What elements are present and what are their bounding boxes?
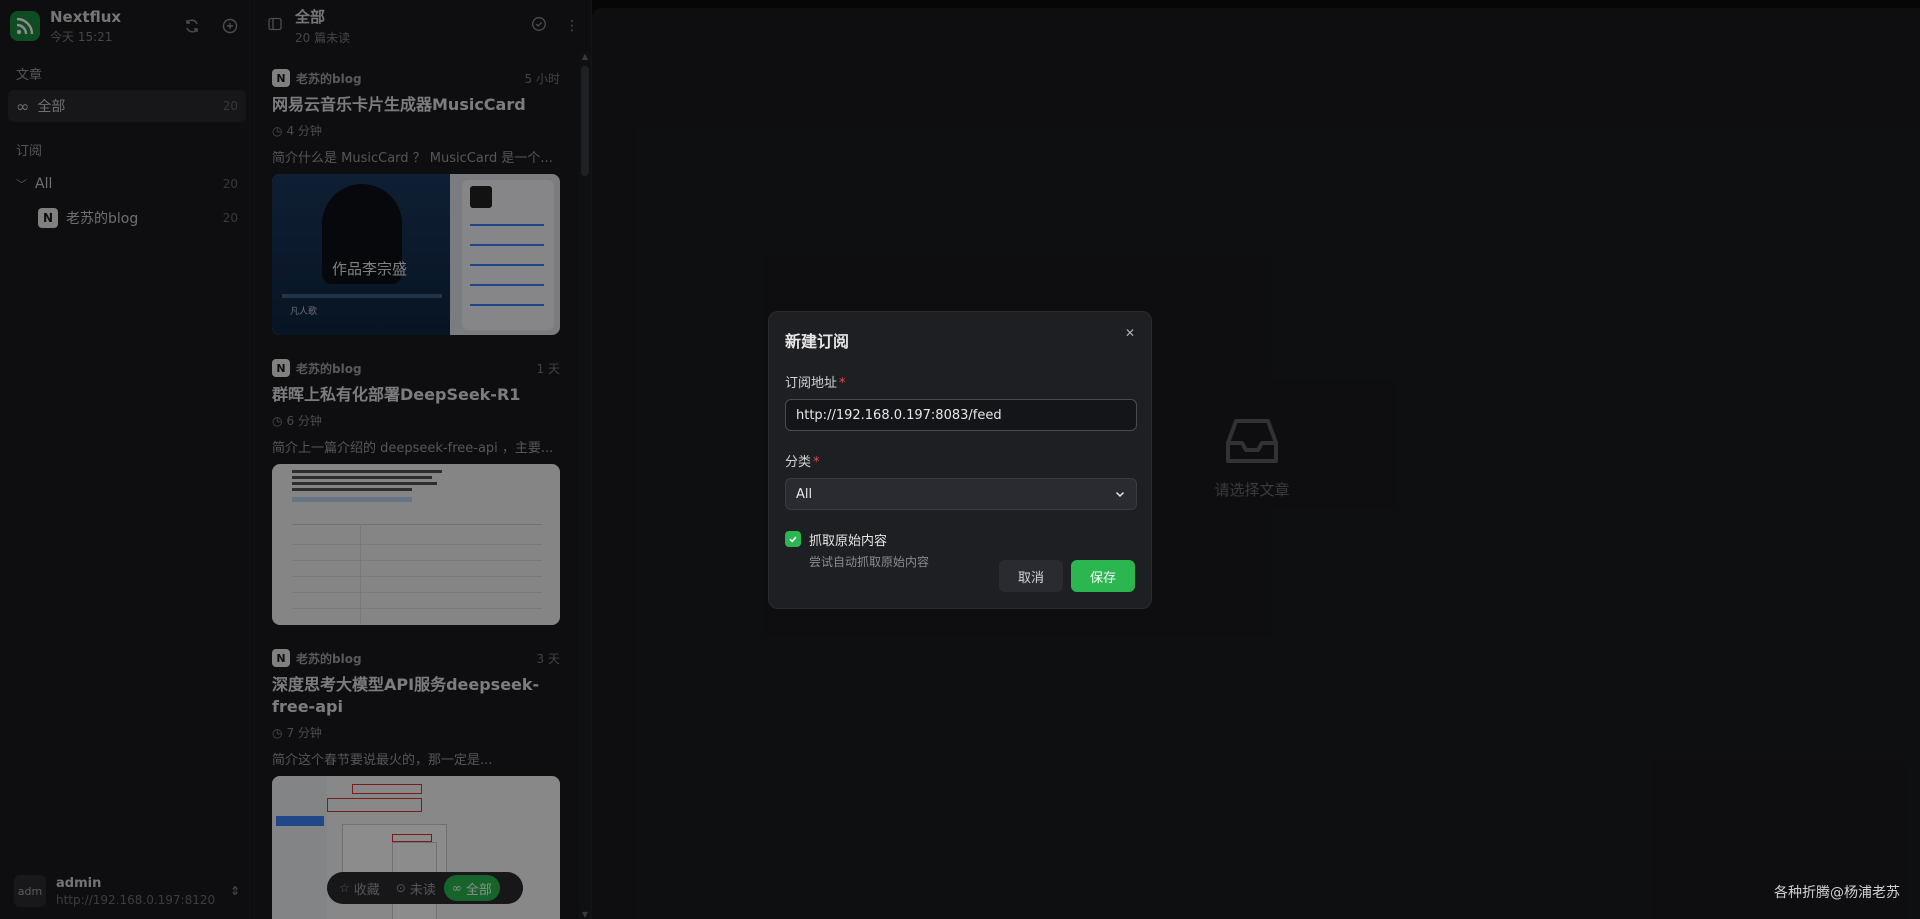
save-button[interactable]: 保存 bbox=[1071, 560, 1135, 592]
feed-url-input[interactable] bbox=[785, 399, 1137, 431]
category-selected-value: All bbox=[796, 486, 813, 502]
chevron-down-icon bbox=[1115, 491, 1125, 498]
category-select[interactable]: All bbox=[785, 478, 1137, 510]
crawler-description: 尝试自动抓取原始内容 bbox=[809, 555, 930, 569]
watermark-text: 各种折腾@杨浦老苏 bbox=[1774, 885, 1900, 901]
cancel-button[interactable]: 取消 bbox=[999, 560, 1063, 592]
close-icon[interactable]: ✕ bbox=[1125, 326, 1135, 340]
category-label: 分类 * bbox=[785, 455, 820, 470]
check-icon bbox=[789, 536, 797, 543]
new-subscription-dialog: 新建订阅 ✕ 订阅地址* 分类* All 抓取原始内容 尝试自动抓取原始内容 取… bbox=[768, 311, 1152, 609]
feed-url-label: 订阅地址 * bbox=[785, 376, 846, 391]
dialog-title: 新建订阅 bbox=[785, 332, 850, 351]
crawler-label: 抓取原始内容 bbox=[809, 534, 888, 549]
crawler-checkbox[interactable] bbox=[785, 531, 801, 547]
dialog-actions: 取消 保存 bbox=[999, 560, 1135, 592]
